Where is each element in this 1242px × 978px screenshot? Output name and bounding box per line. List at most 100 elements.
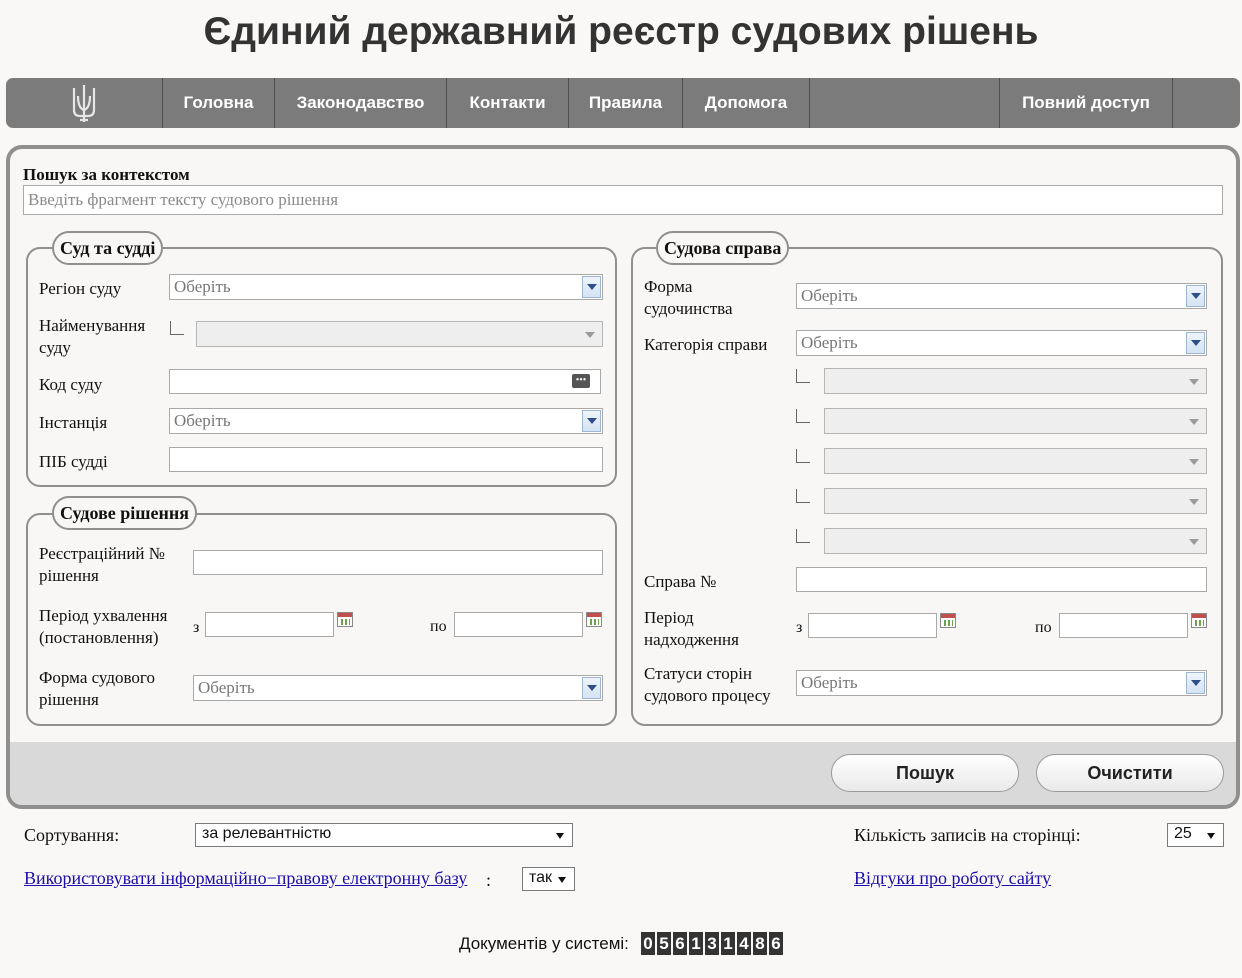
feedback-link[interactable]: Відгуки про роботу сайту: [854, 868, 1051, 889]
party-status-select-value: Оберіть: [801, 673, 858, 692]
search-panel: Пошук за контекстом Суд та судді Регіон …: [6, 145, 1240, 809]
region-select[interactable]: Оберіть: [169, 274, 603, 300]
court-code-label: Код суду: [39, 375, 103, 394]
trident-logo-icon[interactable]: [6, 78, 162, 128]
receipt-to-input[interactable]: [1059, 613, 1188, 638]
instance-label: Інстанція: [39, 413, 108, 432]
chevron-down-icon: [582, 410, 601, 432]
chevron-down-icon: [585, 332, 595, 338]
chevron-down-icon: [1186, 332, 1205, 354]
chevron-down-icon: [582, 677, 601, 699]
legal-base-link[interactable]: Використовувати інформаційно−правову еле…: [24, 868, 467, 889]
subcategory-4-select[interactable]: [824, 488, 1207, 514]
chevron-down-icon: [1189, 379, 1199, 385]
sort-label: Сортування:: [24, 825, 120, 845]
reg-no-label: Реєстраційний № рішення: [39, 544, 165, 585]
chevron-down-icon: [1189, 419, 1199, 425]
judge-label: ПІБ судді: [39, 452, 108, 471]
reg-no-input[interactable]: [193, 550, 603, 575]
nav-help[interactable]: Допомога: [682, 78, 809, 128]
nav-home[interactable]: Головна: [162, 78, 274, 128]
court-name-select[interactable]: [196, 321, 603, 347]
counter-digit: 3: [705, 932, 719, 955]
instance-select[interactable]: Оберіть: [169, 408, 603, 434]
sort-select[interactable]: за релевантністю: [195, 823, 573, 847]
category-select[interactable]: Оберіть: [796, 330, 1207, 356]
case-legend: Судова справа: [656, 231, 790, 265]
court-code-input[interactable]: •••: [169, 369, 601, 394]
decision-legend: Судове рішення: [52, 496, 197, 530]
context-search-label: Пошук за контекстом: [23, 165, 190, 184]
site-title: Єдиний державний реєстр судових рішень: [203, 10, 1039, 53]
adoption-to-input[interactable]: [454, 612, 583, 637]
documents-counter: 0 5 6 1 3 1 4 8 6: [641, 932, 783, 955]
counter-digit: 6: [769, 932, 783, 955]
per-page-select[interactable]: 25: [1167, 823, 1224, 847]
case-no-label: Справа №: [644, 572, 717, 591]
panel-footer: Пошук Очистити: [10, 742, 1236, 805]
tree-connector-icon: [796, 529, 810, 543]
counter-digit: 5: [657, 932, 671, 955]
chevron-down-icon: [1207, 833, 1215, 839]
receipt-from-input[interactable]: [808, 613, 937, 638]
subcategory-2-select[interactable]: [824, 408, 1207, 434]
subcategory-3-select[interactable]: [824, 448, 1207, 474]
subcategory-1-select[interactable]: [824, 368, 1207, 394]
region-label: Регіон суду: [39, 279, 122, 298]
decision-form-label: Форма судового рішення: [39, 668, 155, 709]
category-label: Категорія справи: [644, 335, 768, 354]
legal-base-select[interactable]: так: [522, 867, 575, 891]
tree-connector-icon: [796, 489, 810, 503]
instance-select-value: Оберіть: [174, 411, 231, 430]
judge-input[interactable]: [169, 447, 603, 472]
adoption-from-label: з: [193, 619, 200, 636]
decision-form-select[interactable]: Оберіть: [193, 675, 603, 701]
proceeding-form-label: Форма судочинства: [644, 277, 733, 318]
documents-count-label: Документів у системі:: [459, 934, 629, 953]
counter-digit: 4: [737, 932, 751, 955]
counter-digit: 1: [689, 932, 703, 955]
nav-legislation[interactable]: Законодавство: [274, 78, 446, 128]
tree-connector-icon: [170, 321, 184, 335]
receipt-to-label: по: [1035, 619, 1052, 636]
counter-digit: 0: [641, 932, 655, 955]
nav-rules[interactable]: Правила: [568, 78, 682, 128]
tree-connector-icon: [796, 449, 810, 463]
chevron-down-icon: [558, 877, 566, 883]
proceeding-form-select-value: Оберіть: [801, 286, 858, 305]
nav-spacer: [809, 78, 999, 128]
subcategory-5-select[interactable]: [824, 528, 1207, 554]
calendar-icon[interactable]: [586, 612, 602, 627]
main-nav: Головна Законодавство Контакти Правила Д…: [6, 78, 1240, 128]
legal-base-select-value: так: [529, 869, 553, 886]
chevron-down-icon: [1189, 459, 1199, 465]
decision-form-select-value: Оберіть: [198, 678, 255, 697]
more-dots-icon[interactable]: •••: [572, 374, 590, 388]
calendar-icon[interactable]: [940, 613, 956, 628]
adoption-period-label: Період ухвалення (постановлення): [39, 606, 168, 647]
chevron-down-icon: [582, 276, 601, 298]
chevron-down-icon: [1189, 539, 1199, 545]
per-page-label: Кількість записів на сторінці:: [854, 825, 1081, 845]
adoption-from-input[interactable]: [205, 612, 334, 637]
adoption-to-label: по: [430, 618, 447, 635]
search-button[interactable]: Пошук: [831, 754, 1019, 792]
clear-button[interactable]: Очистити: [1036, 754, 1224, 792]
category-select-value: Оберіть: [801, 333, 858, 352]
region-select-value: Оберіть: [174, 277, 231, 296]
receipt-period-label: Період надходження: [644, 608, 739, 649]
nav-contacts[interactable]: Контакти: [446, 78, 568, 128]
proceeding-form-select[interactable]: Оберіть: [796, 283, 1207, 309]
tree-connector-icon: [796, 369, 810, 383]
party-status-select[interactable]: Оберіть: [796, 670, 1207, 696]
context-search-input[interactable]: [23, 185, 1223, 215]
chevron-down-icon: [1189, 499, 1199, 505]
nav-full-access[interactable]: Повний доступ: [999, 78, 1172, 128]
case-no-input[interactable]: [796, 567, 1207, 592]
sort-select-value: за релевантністю: [202, 825, 332, 842]
chevron-down-icon: [1186, 672, 1205, 694]
counter-digit: 6: [673, 932, 687, 955]
calendar-icon[interactable]: [1191, 613, 1207, 628]
receipt-from-label: з: [796, 619, 803, 636]
calendar-icon[interactable]: [337, 612, 353, 627]
